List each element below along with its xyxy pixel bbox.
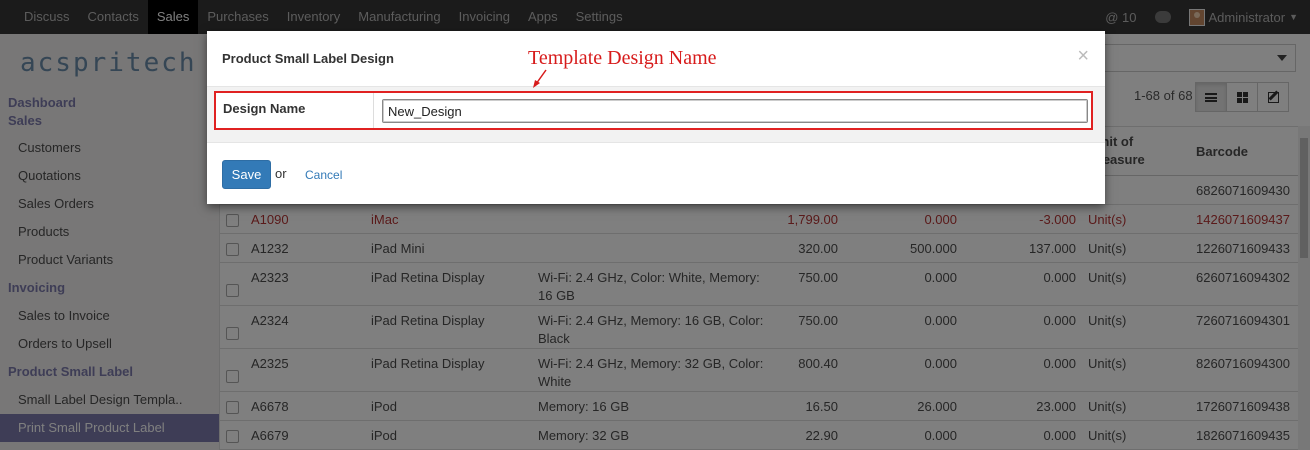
annotation-label: Template Design Name: [528, 47, 717, 69]
annotation-arrow-icon: [533, 69, 547, 88]
cancel-button[interactable]: Cancel: [305, 168, 342, 182]
design-name-field: Design Name: [214, 91, 1093, 130]
or-text: or: [275, 166, 287, 181]
close-icon[interactable]: ×: [1077, 45, 1089, 68]
dialog-footer: Save or Cancel: [207, 142, 1105, 204]
field-label: Design Name: [223, 101, 306, 116]
dialog-title: Product Small Label Design: [222, 51, 394, 66]
save-button[interactable]: Save: [222, 160, 271, 189]
dialog-body: Design Name: [207, 87, 1105, 142]
divider: [373, 93, 374, 128]
design-name-input[interactable]: [382, 99, 1088, 123]
